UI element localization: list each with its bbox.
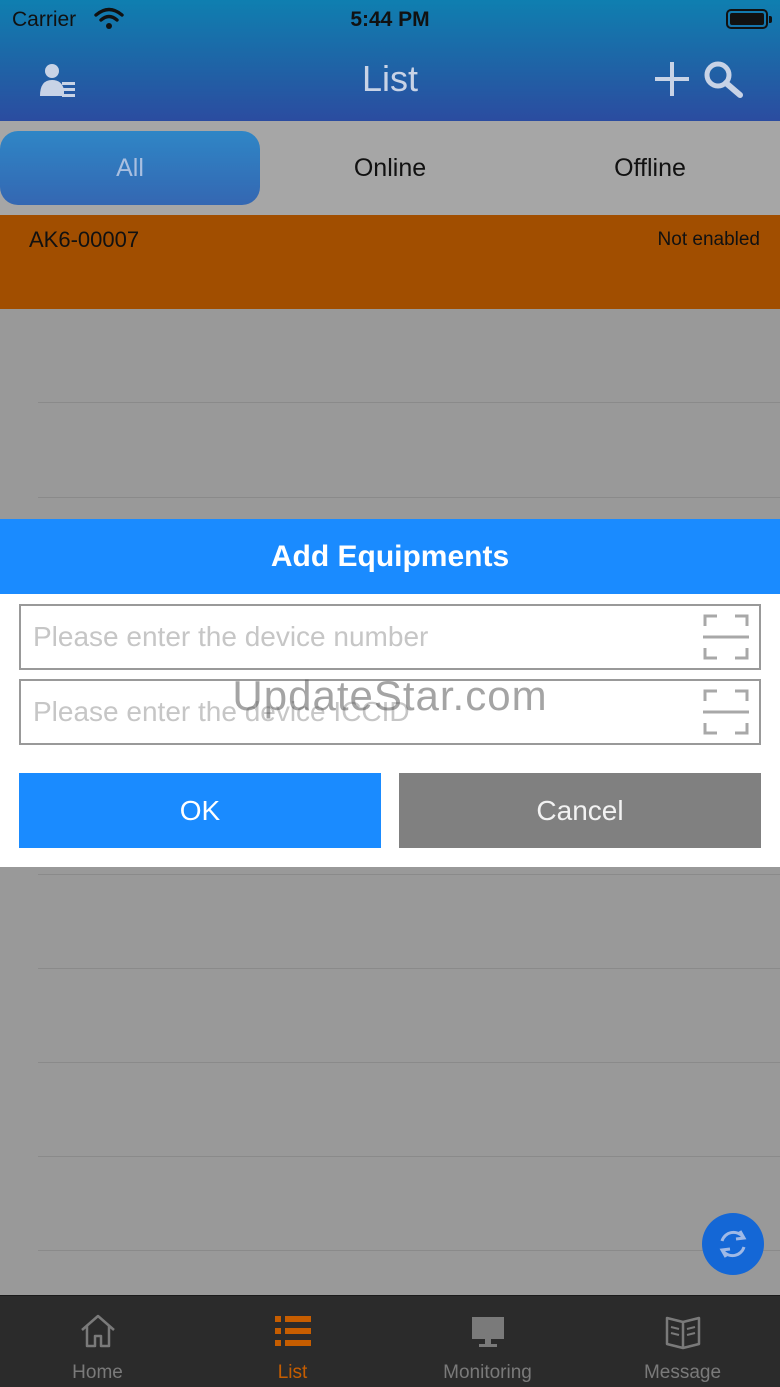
search-icon[interactable] <box>703 60 743 100</box>
tabbar-label: Monitoring <box>443 1362 532 1383</box>
row-divider <box>38 1250 780 1251</box>
status-filter-tabs: All Online Offline <box>0 121 780 215</box>
device-id: AK6-00007 <box>29 227 140 252</box>
device-number-input[interactable] <box>33 606 683 668</box>
list-icon <box>275 1316 311 1346</box>
bottom-tab-bar: Home List Monitoring Message <box>0 1295 780 1387</box>
row-divider <box>38 402 780 403</box>
watermark: UpdateStar.com <box>232 672 548 719</box>
app-header: Carrier 5:44 PM List <box>0 0 780 121</box>
battery-icon <box>726 9 772 29</box>
row-divider <box>38 1062 780 1063</box>
monitor-icon <box>472 1317 504 1347</box>
tabbar-item-list[interactable]: List <box>195 1296 390 1387</box>
tab-all[interactable]: All <box>0 131 260 205</box>
tabbar-item-home[interactable]: Home <box>0 1296 195 1387</box>
device-state: Not enabled <box>657 229 760 250</box>
tab-online[interactable]: Online <box>260 131 520 205</box>
ok-button[interactable]: OK <box>19 773 381 848</box>
status-bar: Carrier 5:44 PM <box>0 0 780 40</box>
message-book-icon <box>665 1316 701 1350</box>
refresh-button[interactable] <box>702 1213 764 1275</box>
tab-offline[interactable]: Offline <box>520 131 780 205</box>
home-icon <box>81 1314 115 1348</box>
row-divider <box>38 968 780 969</box>
refresh-icon <box>719 1230 747 1258</box>
dialog-title: Add Equipments <box>0 519 780 594</box>
tabbar-label: Home <box>72 1362 123 1383</box>
status-time: 5:44 PM <box>350 8 430 31</box>
scan-icon[interactable] <box>703 614 749 660</box>
row-divider <box>38 1156 780 1157</box>
device-list-item[interactable]: AK6-00007 Not enabled <box>0 215 780 309</box>
tabbar-item-monitoring[interactable]: Monitoring <box>390 1296 585 1387</box>
row-divider <box>38 497 780 498</box>
add-icon[interactable] <box>655 62 689 96</box>
tabbar-label: Message <box>643 1362 722 1383</box>
device-number-field <box>19 604 761 670</box>
row-divider <box>38 874 780 875</box>
tabbar-label: List <box>277 1362 308 1383</box>
cancel-button[interactable]: Cancel <box>399 773 761 848</box>
tabbar-item-message[interactable]: Message <box>585 1296 780 1387</box>
